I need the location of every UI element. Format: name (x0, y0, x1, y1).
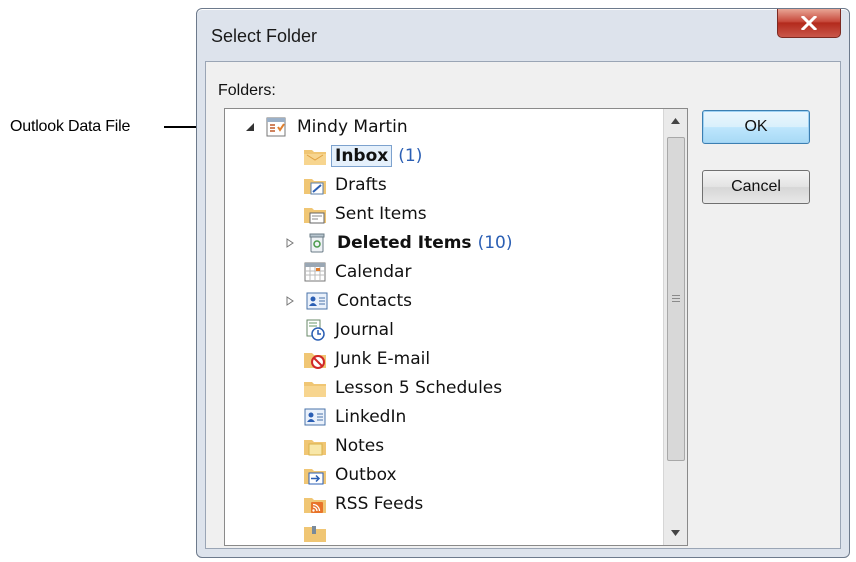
scroll-up-button[interactable] (664, 109, 687, 133)
calendar-icon (304, 262, 326, 282)
tree-item-contacts[interactable]: Contacts (283, 287, 412, 315)
tree-item-inbox[interactable]: Inbox (1) (303, 142, 422, 170)
tree-scrollbar[interactable] (663, 109, 687, 545)
tree-item-sent-items[interactable]: Sent Items (303, 200, 427, 228)
tree-item-lesson-5-schedules[interactable]: Lesson 5 Schedules (303, 374, 502, 402)
tree-item-journal[interactable]: Journal (303, 316, 394, 344)
inbox-unread-count: (1) (398, 146, 423, 166)
inbox-label: Inbox (335, 146, 389, 166)
tasks-folder-icon (304, 526, 326, 542)
journal-label: Journal (335, 320, 394, 340)
tree-item-junk-email[interactable]: Junk E-mail (303, 345, 430, 373)
ok-button[interactable]: OK (702, 110, 810, 144)
lesson-5-schedules-label: Lesson 5 Schedules (335, 378, 503, 398)
contacts-label: Contacts (337, 291, 412, 311)
collapse-arrow-icon[interactable] (243, 120, 257, 134)
dialog-body: Folders: Mindy Martin Inbox (1) Drafts S… (205, 61, 841, 549)
folder-tree[interactable]: Mindy Martin Inbox (1) Drafts Sent Items… (224, 108, 688, 546)
rss-feeds-icon (304, 498, 326, 513)
tree-item-partial[interactable] (303, 519, 335, 545)
folders-label: Folders: (218, 82, 276, 99)
close-icon (801, 16, 817, 30)
tree-item-outbox[interactable]: Outbox (303, 461, 397, 489)
select-folder-dialog: Select Folder Folders: Mindy Martin Inbo… (196, 8, 850, 558)
tree-item-calendar[interactable]: Calendar (303, 258, 411, 286)
deleted-items-label: Deleted Items (337, 233, 472, 253)
tree-root-mindy-martin[interactable]: Mindy Martin (243, 113, 408, 141)
contacts-icon (304, 408, 326, 426)
cancel-button[interactable]: Cancel (702, 170, 810, 204)
dialog-title: Select Folder (211, 26, 318, 46)
linkedin-label: LinkedIn (335, 407, 407, 427)
deleted-items-icon (309, 233, 325, 253)
notes-label: Notes (335, 436, 385, 456)
expand-arrow-icon[interactable] (283, 294, 297, 308)
sent-items-label: Sent Items (335, 204, 427, 224)
outlook-data-file-icon (266, 117, 286, 137)
scroll-up-arrow-icon (671, 118, 680, 124)
scrollbar-thumb[interactable] (667, 137, 685, 461)
junk-email-label: Junk E-mail (335, 349, 431, 369)
tree-item-linkedin[interactable]: LinkedIn (303, 403, 406, 431)
scroll-down-arrow-icon (671, 530, 680, 536)
outbox-label: Outbox (335, 465, 397, 485)
outbox-folder-icon (304, 469, 326, 485)
tree-item-drafts[interactable]: Drafts (303, 171, 387, 199)
tree-root-label: Mindy Martin (297, 117, 408, 137)
outlook-data-file-callout: Outlook Data File (10, 118, 131, 135)
journal-icon (306, 319, 325, 341)
dialog-titlebar: Select Folder (197, 9, 849, 61)
drafts-label: Drafts (335, 175, 387, 195)
tree-item-notes[interactable]: Notes (303, 432, 384, 460)
sent-items-folder-icon (304, 208, 326, 224)
notes-folder-icon (304, 440, 326, 456)
rss-feeds-label: RSS Feeds (335, 494, 424, 514)
scroll-down-button[interactable] (664, 521, 687, 545)
deleted-items-count: (10) (477, 233, 513, 253)
tree-item-deleted-items[interactable]: Deleted Items (10) (283, 229, 512, 257)
tree-item-rss-feeds[interactable]: RSS Feeds (303, 490, 423, 518)
calendar-label: Calendar (335, 262, 412, 282)
junk-email-icon (304, 353, 326, 369)
tree-item-label-selected: Inbox (331, 145, 393, 167)
inbox-folder-icon (304, 150, 326, 165)
folder-icon (304, 382, 326, 397)
drafts-folder-icon (304, 179, 326, 195)
expand-arrow-icon[interactable] (283, 236, 297, 250)
contacts-icon (306, 292, 328, 310)
close-button[interactable] (777, 9, 841, 38)
